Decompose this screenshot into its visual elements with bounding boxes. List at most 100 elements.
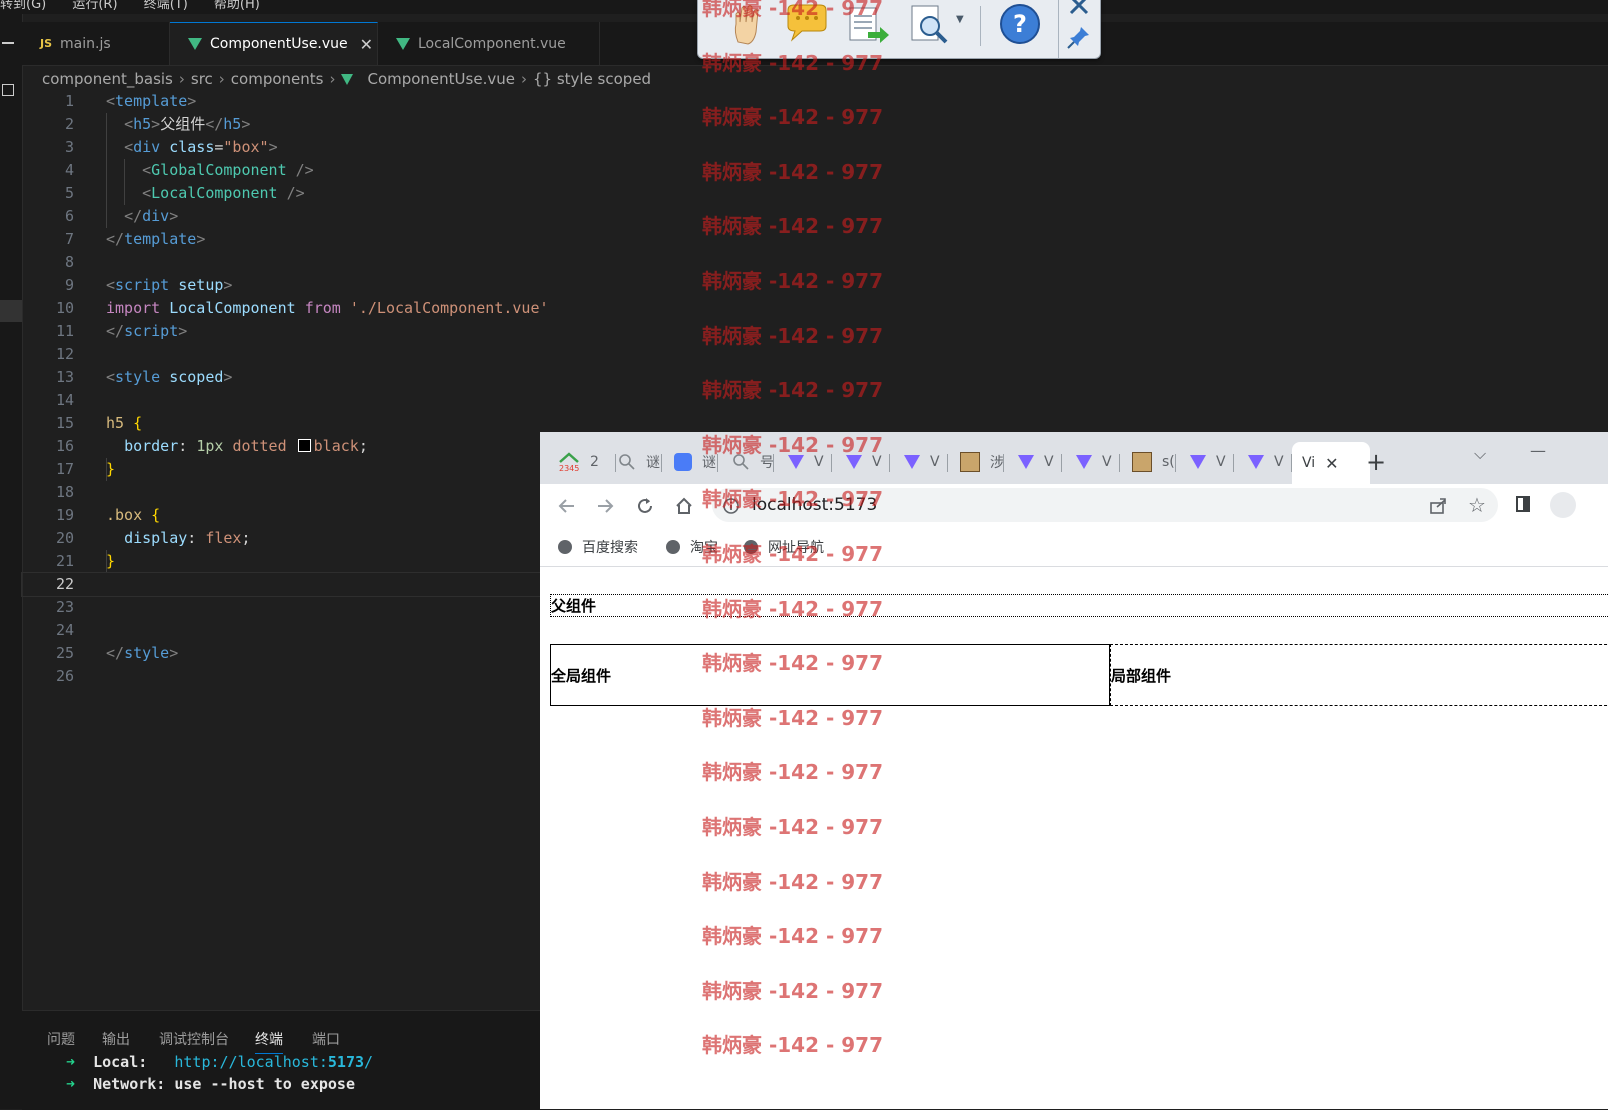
tab-output[interactable]: 输出 <box>102 1029 130 1049</box>
minimize-icon[interactable]: — <box>1530 436 1546 464</box>
browser-tab[interactable]: V <box>1248 448 1292 476</box>
code-line[interactable]: 5 <LocalComponent /> <box>22 182 540 205</box>
browser-tab[interactable]: V <box>1018 448 1062 476</box>
new-tab-button[interactable]: + <box>1366 448 1386 476</box>
close-icon[interactable] <box>1066 0 1092 18</box>
bookmark-item[interactable]: 百度搜索 <box>558 537 638 557</box>
help-icon[interactable]: ? <box>998 2 1042 46</box>
tab-problems[interactable]: 问题 <box>47 1029 75 1049</box>
breadcrumb-item[interactable]: component_basis <box>42 70 173 88</box>
code-line[interactable]: 20 display: flex; <box>22 527 540 550</box>
star-icon[interactable]: ☆ <box>1468 493 1486 517</box>
browser-tab[interactable]: s( <box>1132 448 1176 476</box>
code-token: > <box>196 230 206 248</box>
code-token: > <box>268 138 278 156</box>
tab-localcomponent-vue[interactable]: LocalComponent.vue <box>378 22 600 65</box>
code-token: "box" <box>223 138 269 156</box>
breadcrumb-item[interactable]: ComponentUse.vue <box>367 70 515 88</box>
pin-icon[interactable] <box>1066 24 1092 50</box>
code-line[interactable]: 24 <box>22 619 540 642</box>
code-line[interactable]: 15 h5 { <box>22 412 540 435</box>
browser-tab[interactable]: V <box>904 448 948 476</box>
browser-tab[interactable]: 涉 <box>960 448 1004 476</box>
code-line[interactable]: 2 <h5>父组件</h5> <box>22 113 540 136</box>
back-arrow-icon[interactable] <box>556 495 578 517</box>
code-token: </ <box>106 322 125 340</box>
line-number: 7 <box>64 230 74 248</box>
dropdown-arrow-icon[interactable]: ▼ <box>956 14 964 25</box>
code-token: h5 <box>133 115 152 133</box>
code-line[interactable]: 6 </div> <box>22 205 540 228</box>
code-line[interactable]: 1 <template> <box>22 90 540 113</box>
browser-tab[interactable]: 谜 <box>618 448 662 476</box>
bookmark-label: 百度搜索 <box>582 540 638 556</box>
breadcrumb-item[interactable]: components <box>231 70 324 88</box>
zoom-page-icon[interactable] <box>908 2 952 46</box>
code-token: div <box>142 207 170 225</box>
browser-tab[interactable]: V <box>1076 448 1120 476</box>
code-line[interactable]: 9 <script setup> <box>22 274 540 297</box>
code-line[interactable]: 4 <GlobalComponent /> <box>22 159 540 182</box>
browser-tab[interactable]: V <box>1190 448 1234 476</box>
menu-goto[interactable]: 转到(G) <box>0 0 46 11</box>
forward-arrow-icon[interactable] <box>594 495 616 517</box>
menu-help[interactable]: 帮助(H) <box>214 0 260 11</box>
tab-main-js[interactable]: JS main.js <box>22 22 170 65</box>
menu-terminal[interactable]: 终端(T) <box>144 0 188 11</box>
tab-debug-console[interactable]: 调试控制台 <box>159 1029 229 1049</box>
line-number: 6 <box>64 207 74 225</box>
close-icon[interactable]: ✕ <box>1325 454 1338 473</box>
code-line[interactable]: 19 .box { <box>22 504 540 527</box>
line-number: 2 <box>64 115 74 133</box>
chevron-down-icon[interactable]: ⌵ <box>1474 440 1486 468</box>
tab-ports[interactable]: 端口 <box>312 1029 340 1049</box>
code-line[interactable]: 18 <box>22 481 540 504</box>
browser-tab-active[interactable]: Vi ✕ <box>1292 442 1370 484</box>
code-token: </ <box>106 644 125 662</box>
breadcrumb-item[interactable]: src <box>191 70 213 88</box>
code-line[interactable]: 26 <box>22 665 540 688</box>
code-line[interactable]: 21} <box>22 550 540 573</box>
reload-icon[interactable] <box>634 495 656 517</box>
code-line[interactable]: 13 <style scoped> <box>22 366 540 389</box>
vue-icon <box>396 37 410 50</box>
tab-terminal[interactable]: 终端 <box>255 1029 283 1054</box>
browser-tab[interactable]: 2345 2 <box>558 448 616 476</box>
code-editor[interactable]: 1 <template> 2 <h5>父组件</h5> 3 <div class="b… <box>21 90 549 1010</box>
code-line[interactable]: 14 <box>22 389 540 412</box>
close-icon[interactable]: ✕ <box>360 35 373 54</box>
home-icon[interactable] <box>673 495 695 517</box>
code-token: < <box>106 368 116 386</box>
profile-avatar[interactable] <box>1550 492 1576 518</box>
image-icon <box>960 452 980 472</box>
tab-componentuse-vue[interactable]: ComponentUse.vue ✕ <box>170 22 378 65</box>
code-line[interactable]: 23 <box>22 596 540 619</box>
share-icon[interactable] <box>1428 496 1448 516</box>
code-line[interactable]: 25 </style> <box>22 642 540 665</box>
code-token: style <box>124 644 170 662</box>
active-activity-item[interactable] <box>0 300 22 322</box>
split-editor-icon[interactable] <box>2 84 14 96</box>
code-token: ; <box>241 529 251 547</box>
code-line[interactable]: 17} <box>22 458 540 481</box>
line-number: 25 <box>55 644 74 662</box>
explorer-icon[interactable] <box>2 42 14 44</box>
side-panel-icon[interactable] <box>1516 496 1530 512</box>
code-line[interactable]: 16 border: 1px dotted black; <box>22 435 540 458</box>
code-line[interactable]: 22 <box>21 572 541 597</box>
code-line[interactable]: 8 <box>22 251 540 274</box>
watermark-text: 韩炳豪 -142 - 977 <box>702 50 883 75</box>
terminal-local-port[interactable]: 5173 <box>328 1053 364 1071</box>
toolbar-divider <box>980 6 981 46</box>
code-line[interactable]: 3 <div class="box"> <box>22 136 540 159</box>
code-line[interactable]: 12 <box>22 343 540 366</box>
code-line[interactable]: 7 </template> <box>22 228 540 251</box>
code-line[interactable]: 10 import LocalComponent from './LocalCom… <box>22 297 549 320</box>
code-line[interactable]: 11 </script> <box>22 320 540 343</box>
terminal-local-url[interactable]: http://localhost: <box>174 1053 328 1071</box>
menu-run[interactable]: 运行(R) <box>72 0 117 11</box>
vite-icon <box>1076 455 1092 469</box>
breadcrumb-item[interactable]: {} style scoped <box>533 70 651 88</box>
